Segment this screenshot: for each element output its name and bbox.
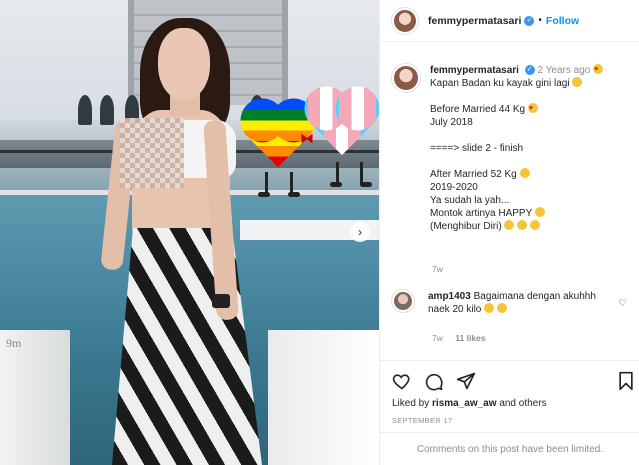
caption-line: After Married 52 Kg <box>430 169 517 180</box>
liked-by-suffix[interactable]: and others <box>499 398 546 409</box>
post-photo[interactable]: 9m ⧓ › <box>0 0 379 465</box>
comment-avatar[interactable] <box>392 290 414 312</box>
photo-face <box>158 28 210 100</box>
photo-sign-text: 9m <box>6 336 22 350</box>
caption-time[interactable]: 7w <box>432 264 443 274</box>
caption-line: July 2018 <box>430 117 473 128</box>
censor-blur <box>120 118 184 188</box>
separator-dot: • <box>538 15 542 26</box>
photo-watch <box>212 294 230 308</box>
follow-button[interactable]: Follow <box>546 15 579 27</box>
laughing-emoji-icon <box>519 168 530 178</box>
sticker-leg <box>265 172 268 194</box>
bookmark-icon[interactable] <box>616 371 636 391</box>
sticker-foot <box>330 182 342 187</box>
post-date[interactable]: SEPTEMBER 17 <box>392 416 452 425</box>
caption-line: (Menghibur Diri) <box>430 221 502 232</box>
caption-line: Kapan Badan ku kayak gini lagi <box>430 78 570 89</box>
caption-avatar[interactable] <box>392 64 420 92</box>
liked-by-prefix: Liked by <box>392 398 430 409</box>
caption-username[interactable]: femmypermatasari <box>430 65 519 76</box>
liked-by: Liked by risma_aw_aw and others <box>392 398 547 409</box>
post-side-panel: femmypermatasari ✓ • Follow femmypermata… <box>379 0 639 465</box>
comment-meta: 7w 11 likes <box>432 333 486 343</box>
caption-line: 2019-2020 <box>430 182 478 193</box>
caption-line: Ya sudah la yah... <box>430 195 510 206</box>
grin-emoji-icon <box>484 303 495 313</box>
photo-umbrella <box>100 95 114 125</box>
caption: femmypermatasari ✓ 2 Years ago Kapan Bad… <box>392 63 632 233</box>
comments-limited-notice: Comments on this post have been limited. <box>380 432 639 465</box>
sticker-foot <box>288 192 300 197</box>
header-username[interactable]: femmypermatasari <box>428 15 521 27</box>
like-heart-icon[interactable] <box>392 371 412 391</box>
photo-platform-right <box>268 330 379 465</box>
grin-emoji-icon <box>534 207 545 217</box>
grin-emoji-icon <box>572 77 583 87</box>
share-send-icon[interactable] <box>456 371 476 391</box>
caption-line: ====> slide 2 - finish <box>430 143 524 154</box>
comment-username[interactable]: amp1403 <box>428 291 471 302</box>
caption-age: 2 Years ago <box>537 65 591 76</box>
caption-line: Montok artinya HAPPY <box>430 208 533 219</box>
heart-eyes-emoji-icon <box>527 102 538 115</box>
sticker-foot <box>360 182 372 187</box>
post-header: femmypermatasari ✓ • Follow <box>380 0 639 42</box>
verified-badge-icon: ✓ <box>524 15 535 26</box>
heart-eyes-emoji-icon <box>593 63 604 76</box>
sticker-leg <box>290 172 293 194</box>
grin-emoji-icon <box>530 220 541 230</box>
comment-like-heart-icon[interactable]: ♡ <box>618 298 627 309</box>
comment-time[interactable]: 7w <box>432 333 443 343</box>
verified-badge-icon: ✓ <box>524 65 535 76</box>
avatar[interactable] <box>392 7 418 34</box>
sticker-leg <box>336 162 339 184</box>
grin-emoji-icon <box>504 220 515 230</box>
chevron-right-icon[interactable]: › <box>350 222 370 242</box>
caption-line: Before Married 44 Kg <box>430 104 526 115</box>
comment-icon[interactable] <box>424 371 444 391</box>
liked-by-user[interactable]: risma_aw_aw <box>432 398 497 409</box>
comment-likes[interactable]: 11 likes <box>455 333 485 343</box>
comment: amp1403 Bagaimana dengan akuhhh naek 20 … <box>392 290 632 316</box>
laughing-emoji-icon <box>496 303 507 313</box>
photo-umbrella <box>78 95 92 125</box>
sticker-leg <box>360 162 363 184</box>
grin-emoji-icon <box>517 220 528 230</box>
bow-tie-icon: ⧓ <box>300 130 314 146</box>
sticker-foot <box>258 192 270 197</box>
action-bar <box>380 360 639 400</box>
